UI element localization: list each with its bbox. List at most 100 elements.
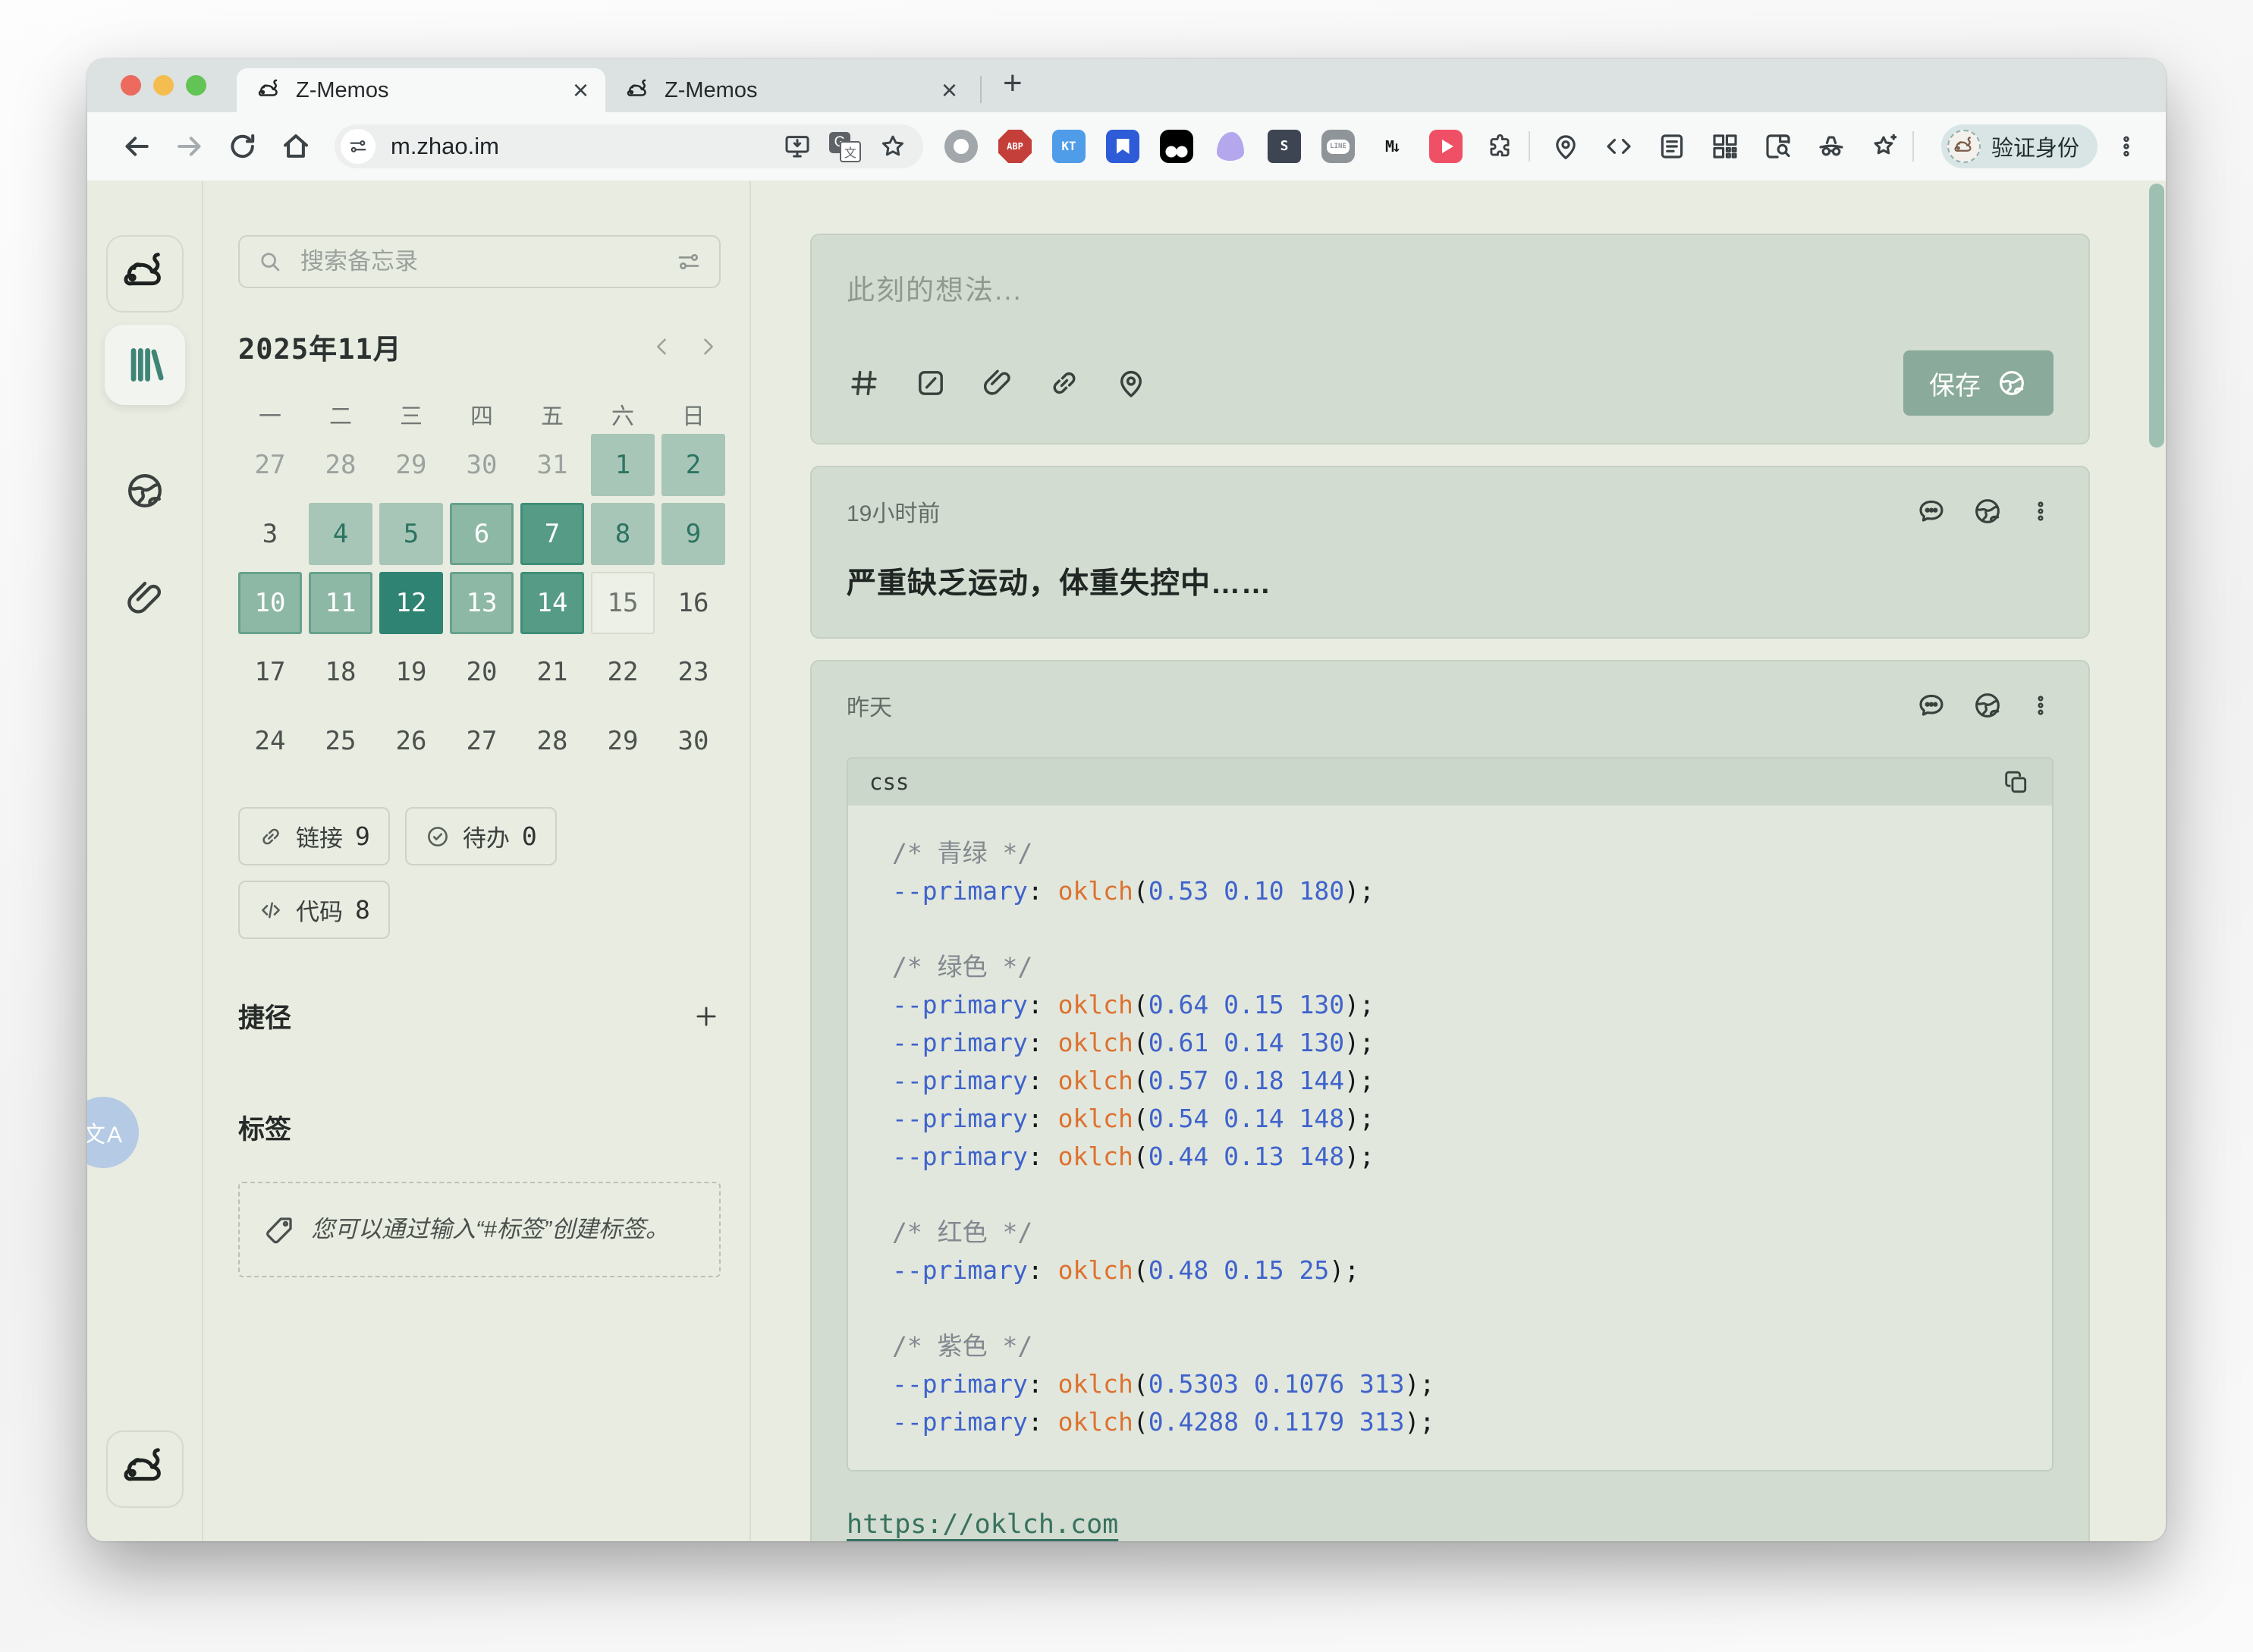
adblock-plus-icon[interactable]: ABP bbox=[998, 130, 1032, 163]
bottom-mouse-button[interactable] bbox=[106, 1431, 184, 1508]
line-extension-icon[interactable]: LINE bbox=[1321, 130, 1355, 163]
location-icon[interactable] bbox=[1550, 130, 1582, 162]
hash-tag-icon[interactable] bbox=[847, 366, 881, 400]
calendar-day[interactable]: 7 bbox=[520, 503, 584, 565]
password-lock-extension-icon[interactable] bbox=[1106, 130, 1139, 163]
search-box[interactable] bbox=[238, 235, 721, 288]
calendar-day[interactable]: 2 bbox=[661, 434, 725, 496]
ghost-extension-icon[interactable] bbox=[1214, 130, 1247, 163]
bookmark-star-icon[interactable] bbox=[878, 131, 908, 162]
back-icon[interactable] bbox=[120, 130, 153, 163]
search-input[interactable] bbox=[299, 247, 675, 276]
calendar-day[interactable]: 3 bbox=[238, 503, 302, 565]
visibility-globe-icon[interactable] bbox=[1972, 689, 2003, 721]
reading-list-icon[interactable] bbox=[1656, 130, 1688, 162]
minimize-window-button[interactable] bbox=[153, 75, 174, 96]
site-settings-icon[interactable] bbox=[341, 129, 376, 164]
address-bar[interactable]: m.zhao.im G 文 bbox=[335, 124, 923, 168]
memo-input[interactable]: 此刻的想法... bbox=[847, 267, 2053, 308]
location-pin-icon[interactable] bbox=[1114, 366, 1148, 400]
calendar-day[interactable]: 22 bbox=[591, 641, 655, 703]
calendar-day[interactable]: 25 bbox=[309, 710, 372, 772]
calendar-day[interactable]: 11 bbox=[309, 572, 372, 634]
calendar-day[interactable]: 12 bbox=[379, 572, 443, 634]
tab-close-icon[interactable]: × bbox=[941, 77, 957, 104]
calendar-day[interactable]: 28 bbox=[520, 710, 584, 772]
calendar-day[interactable]: 30 bbox=[661, 710, 725, 772]
bookmark-sparkle-icon[interactable] bbox=[1868, 130, 1900, 162]
calendar-day[interactable]: 27 bbox=[450, 710, 514, 772]
calendar-day[interactable]: 9 bbox=[661, 503, 725, 565]
calendar-day[interactable]: 21 bbox=[520, 641, 584, 703]
code-stat-chip[interactable]: 代码 8 bbox=[238, 881, 390, 939]
calendar-day[interactable]: 29 bbox=[379, 434, 443, 496]
markdown-download-extension-icon[interactable]: M↓ bbox=[1375, 130, 1409, 163]
chevron-left-icon[interactable] bbox=[649, 334, 675, 360]
library-nav-button[interactable] bbox=[105, 325, 185, 405]
browser-menu-icon[interactable] bbox=[2113, 133, 2140, 160]
calendar-day[interactable]: 23 bbox=[661, 641, 725, 703]
calendar-day[interactable]: 10 bbox=[238, 572, 302, 634]
save-button[interactable]: 保存 bbox=[1903, 350, 2053, 416]
copy-icon[interactable] bbox=[2002, 768, 2031, 796]
visibility-globe-icon[interactable] bbox=[1972, 495, 2003, 527]
calendar-day[interactable]: 1 bbox=[591, 434, 655, 496]
scrollbar-thumb[interactable] bbox=[2149, 184, 2164, 448]
video-extension-icon[interactable] bbox=[1429, 130, 1463, 163]
calendar-day[interactable]: 15 bbox=[591, 572, 655, 634]
close-window-button[interactable] bbox=[121, 75, 141, 96]
calendar-day[interactable]: 31 bbox=[520, 434, 584, 496]
calendar-day[interactable]: 14 bbox=[520, 572, 584, 634]
explore-globe-button[interactable] bbox=[123, 469, 167, 513]
calendar-day[interactable]: 28 bbox=[309, 434, 372, 496]
todos-stat-chip[interactable]: 待办 0 bbox=[405, 807, 557, 865]
calendar-day[interactable]: 5 bbox=[379, 503, 443, 565]
home-icon[interactable] bbox=[279, 130, 313, 163]
chevron-right-icon[interactable] bbox=[695, 334, 721, 360]
more-menu-icon[interactable] bbox=[2028, 689, 2053, 721]
app-logo-mouse-button[interactable] bbox=[106, 235, 184, 312]
new-tab-button[interactable]: + bbox=[995, 67, 1030, 100]
calendar-day[interactable]: 18 bbox=[309, 641, 372, 703]
comment-bubble-icon[interactable] bbox=[1915, 689, 1947, 721]
circle-extension-icon[interactable] bbox=[944, 130, 978, 163]
calendar-day[interactable]: 27 bbox=[238, 434, 302, 496]
memo-link[interactable]: https://oklch.com bbox=[847, 1509, 1118, 1540]
calendar-day[interactable]: 30 bbox=[450, 434, 514, 496]
tab-z-memos-inactive[interactable]: Z-Memos × bbox=[605, 68, 974, 112]
calendar-day[interactable]: 6 bbox=[450, 503, 514, 565]
attachments-nav-button[interactable] bbox=[123, 576, 167, 620]
puzzle-extensions-icon[interactable] bbox=[1483, 130, 1516, 163]
profile-chip[interactable]: 验证身份 bbox=[1941, 124, 2097, 168]
translate-icon[interactable]: G 文 bbox=[829, 130, 861, 162]
calendar-day[interactable]: 19 bbox=[379, 641, 443, 703]
owl-extension-icon[interactable] bbox=[1160, 130, 1193, 163]
links-stat-chip[interactable]: 链接 9 bbox=[238, 807, 390, 865]
incognito-icon[interactable] bbox=[1815, 130, 1847, 162]
calendar-day[interactable]: 17 bbox=[238, 641, 302, 703]
forward-icon[interactable] bbox=[173, 130, 206, 163]
tab-close-icon[interactable]: × bbox=[573, 77, 589, 104]
calendar-day[interactable]: 24 bbox=[238, 710, 302, 772]
search-page-icon[interactable] bbox=[1762, 130, 1794, 162]
insert-link-icon[interactable] bbox=[1047, 366, 1082, 400]
add-shortcut-icon[interactable] bbox=[692, 1002, 721, 1031]
qr-code-icon[interactable] bbox=[1709, 130, 1741, 162]
calendar-day[interactable]: 20 bbox=[450, 641, 514, 703]
calendar-day[interactable]: 4 bbox=[309, 503, 372, 565]
filter-icon[interactable] bbox=[675, 248, 702, 275]
calendar-day[interactable]: 13 bbox=[450, 572, 514, 634]
devtools-code-icon[interactable] bbox=[1603, 130, 1635, 162]
calendar-day[interactable]: 26 bbox=[379, 710, 443, 772]
kt-extension-icon[interactable]: KT bbox=[1052, 130, 1086, 163]
calendar-day[interactable]: 29 bbox=[591, 710, 655, 772]
zoom-window-button[interactable] bbox=[186, 75, 206, 96]
attach-icon[interactable] bbox=[980, 366, 1015, 400]
comment-bubble-icon[interactable] bbox=[1915, 495, 1947, 527]
todo-icon[interactable] bbox=[913, 366, 948, 400]
install-app-icon[interactable] bbox=[782, 131, 812, 162]
s-extension-icon[interactable]: S bbox=[1268, 130, 1301, 163]
calendar-day[interactable]: 16 bbox=[661, 572, 725, 634]
more-menu-icon[interactable] bbox=[2028, 495, 2053, 527]
calendar-day[interactable]: 8 bbox=[591, 503, 655, 565]
